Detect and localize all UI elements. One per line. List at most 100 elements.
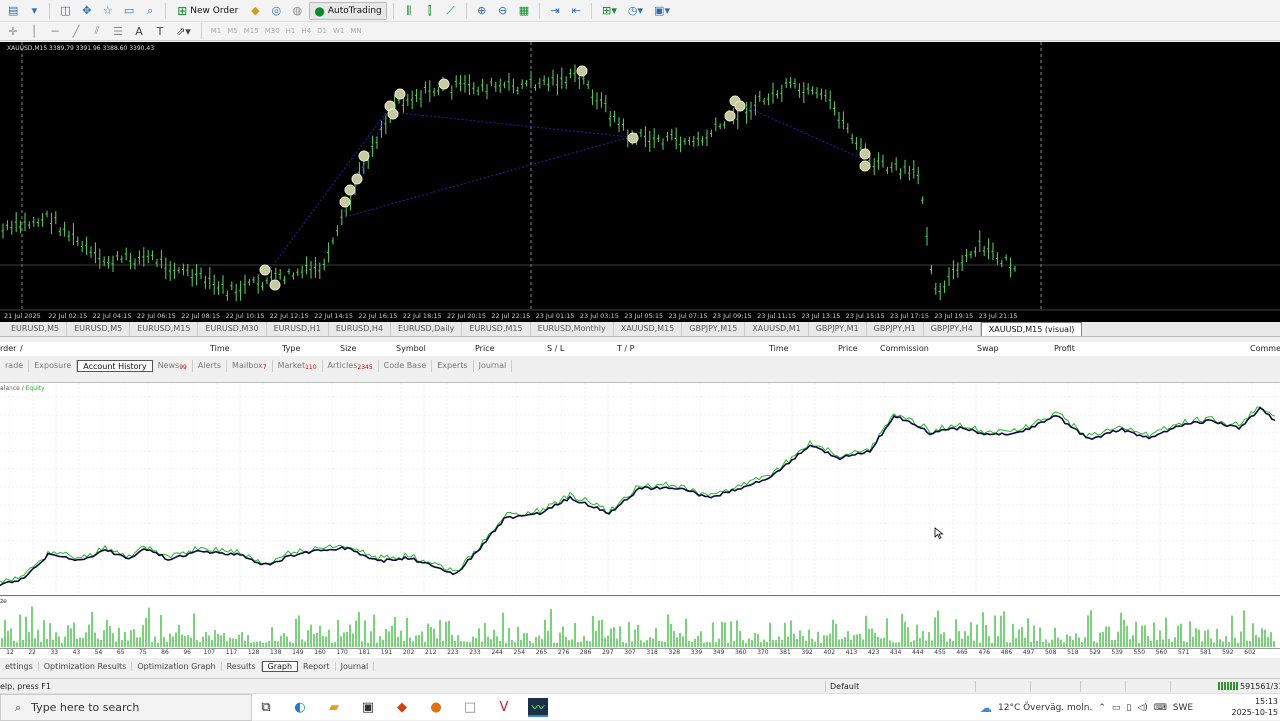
column-header[interactable]: / [20,344,23,353]
terminal-tab[interactable]: News99 [153,359,193,372]
trendline-icon[interactable]: ╱ [67,22,85,40]
tile-windows-icon[interactable]: ▦ [515,2,533,20]
autoscroll-icon[interactable]: ⇤ [567,2,585,20]
column-header[interactable]: T / P [617,344,635,353]
terminal-tab[interactable]: Journal [474,359,513,372]
column-header[interactable]: Size [340,344,356,353]
terminal-tab[interactable]: Exposure [29,359,78,372]
network-icon[interactable]: ▭ [1112,703,1121,713]
zoom-in-icon[interactable]: ⊕ [473,2,491,20]
tester-tab[interactable]: Graph [261,660,299,672]
column-header[interactable]: Time [210,344,230,353]
chart-tab[interactable]: EURUSD,M15 [130,322,199,336]
signals-icon[interactable]: ◎ [267,2,285,20]
vertical-line-icon[interactable]: │ [25,22,43,40]
crosshair-icon[interactable]: ✛ [4,22,22,40]
chart-tab[interactable]: EURUSD,M5 [4,322,68,336]
column-header[interactable]: Price [838,344,858,353]
column-header[interactable]: Time [769,344,789,353]
timeframe-d1[interactable]: D1 [314,27,330,35]
tester-tab[interactable]: Optimization Results [39,661,133,671]
store-icon[interactable]: ▣ [358,698,378,717]
column-header[interactable]: Comme [1250,344,1280,353]
column-header[interactable]: Swap [977,344,999,353]
tester-tab[interactable]: ettings [0,661,39,671]
edge-icon[interactable]: ◐ [290,698,310,717]
chart-tab[interactable]: EURUSD,M30 [198,322,267,336]
chart-tab[interactable]: EURUSD,H4 [329,322,392,336]
templates-icon[interactable]: ▣▾ [650,2,674,20]
timeframe-m5[interactable]: M5 [224,27,241,35]
terminal-tab[interactable]: Market110 [273,359,323,372]
file-explorer-icon[interactable]: ▰ [324,698,344,717]
chart-tab[interactable]: XAUUSD,M15 (visual) [980,322,1083,336]
terminal-tab[interactable]: Alerts [193,359,228,372]
timeframe-h4[interactable]: H4 [298,27,314,35]
profiles-icon[interactable]: ▾ [25,2,43,20]
text-icon[interactable]: A [130,22,148,40]
terminal-tab[interactable]: Account History [77,359,153,372]
firefox-icon[interactable]: ● [426,698,446,717]
metaeditor-icon[interactable]: ◆ [246,2,264,20]
timeframe-h1[interactable]: H1 [283,27,299,35]
tester-tab[interactable]: Journal [336,661,375,671]
chart-tab[interactable]: XAUUSD,M1 [745,322,809,336]
arrows-icon[interactable]: ⇗▾ [172,22,195,40]
tester-tab[interactable]: Results [222,661,262,671]
chart-tab[interactable]: EURUSD,M15 [462,322,531,336]
chart-tab[interactable]: EURUSD,H1 [267,322,329,336]
chart-tab[interactable]: GBPJPY,H4 [924,322,981,336]
metatrader-icon[interactable]: 〰 [528,698,548,717]
price-chart[interactable]: 21 Jul 2025 22 Jul 02:15 22 Jul 04:15 22 Ju… [0,42,1280,322]
indicators-icon[interactable]: ⊞▾ [598,2,621,20]
tester-tab[interactable]: Report [298,661,336,671]
chart-tab[interactable]: EURUSD,Monthly [531,322,614,336]
vps-icon[interactable]: ◍ [288,2,306,20]
timeframe-m30[interactable]: M30 [262,27,283,35]
channel-icon[interactable]: ⫽ [88,22,106,40]
chart-shift-icon[interactable]: ⇥ [546,2,564,20]
office-icon[interactable]: ◆ [392,698,412,717]
column-header[interactable]: rder [0,344,16,353]
periods-icon[interactable]: ◷▾ [624,2,647,20]
timeframe-m15[interactable]: M15 [241,27,262,35]
chart-tab[interactable]: XAUUSD,M15 [614,322,683,336]
terminal-tab[interactable]: rade [0,359,30,372]
fibonacci-icon[interactable]: ☰ [109,22,127,40]
task-view-icon[interactable]: ⧉ [256,698,276,717]
chevron-up-icon[interactable]: ⌃ [1098,703,1106,713]
data-window-icon[interactable]: ✥ [78,2,96,20]
taskbar-search[interactable]: ⌕ Type here to search [0,694,252,721]
volume-icon[interactable]: ◁) [1137,703,1147,713]
vivaldi-icon[interactable]: V [494,698,514,717]
clock[interactable]: 15:13 2025-10-15 [1230,696,1279,718]
market-watch-icon[interactable]: ◫ [56,2,74,20]
chart-tab[interactable]: GBPJPY,H1 [867,322,924,336]
new-chart-icon[interactable]: ▤ [4,2,22,20]
terminal-tab[interactable]: Code Base [379,359,433,372]
column-header[interactable]: Price [475,344,495,353]
terminal-tab[interactable]: Articles2345 [323,359,379,372]
app-icon[interactable]: □ [460,698,480,717]
chart-tab[interactable]: GBPJPY,M1 [809,322,867,336]
strategy-tester-icon[interactable]: ⌕ [141,2,159,20]
chart-tab[interactable]: GBPJPY,M15 [682,322,746,336]
language-indicator[interactable]: SWE [1173,703,1193,713]
horizontal-line-icon[interactable]: ─ [46,22,64,40]
zoom-out-icon[interactable]: ⊖ [494,2,512,20]
weather-text[interactable]: 12°C Överväg. moln. [998,703,1092,713]
terminal-icon[interactable]: ▭ [120,2,138,20]
battery-icon[interactable]: ▯ [1126,703,1131,713]
timeframe-m1[interactable]: M1 [208,27,225,35]
column-header[interactable]: Symbol [396,344,426,353]
column-header[interactable]: Type [282,344,300,353]
timeframe-w1[interactable]: W1 [330,27,347,35]
column-header[interactable]: Commission [880,344,929,353]
terminal-tab[interactable]: Mailbox7 [227,359,273,372]
new-order-button[interactable]: ⊞ New Order [172,2,243,20]
keyboard-icon[interactable]: ⌨ [1154,703,1167,713]
chart-tab[interactable]: EURUSD,Daily [391,322,463,336]
terminal-tab[interactable]: Experts [432,359,474,372]
navigator-icon[interactable]: ☆ [99,2,117,20]
bar-chart-icon[interactable]: ⫼ [400,2,418,20]
